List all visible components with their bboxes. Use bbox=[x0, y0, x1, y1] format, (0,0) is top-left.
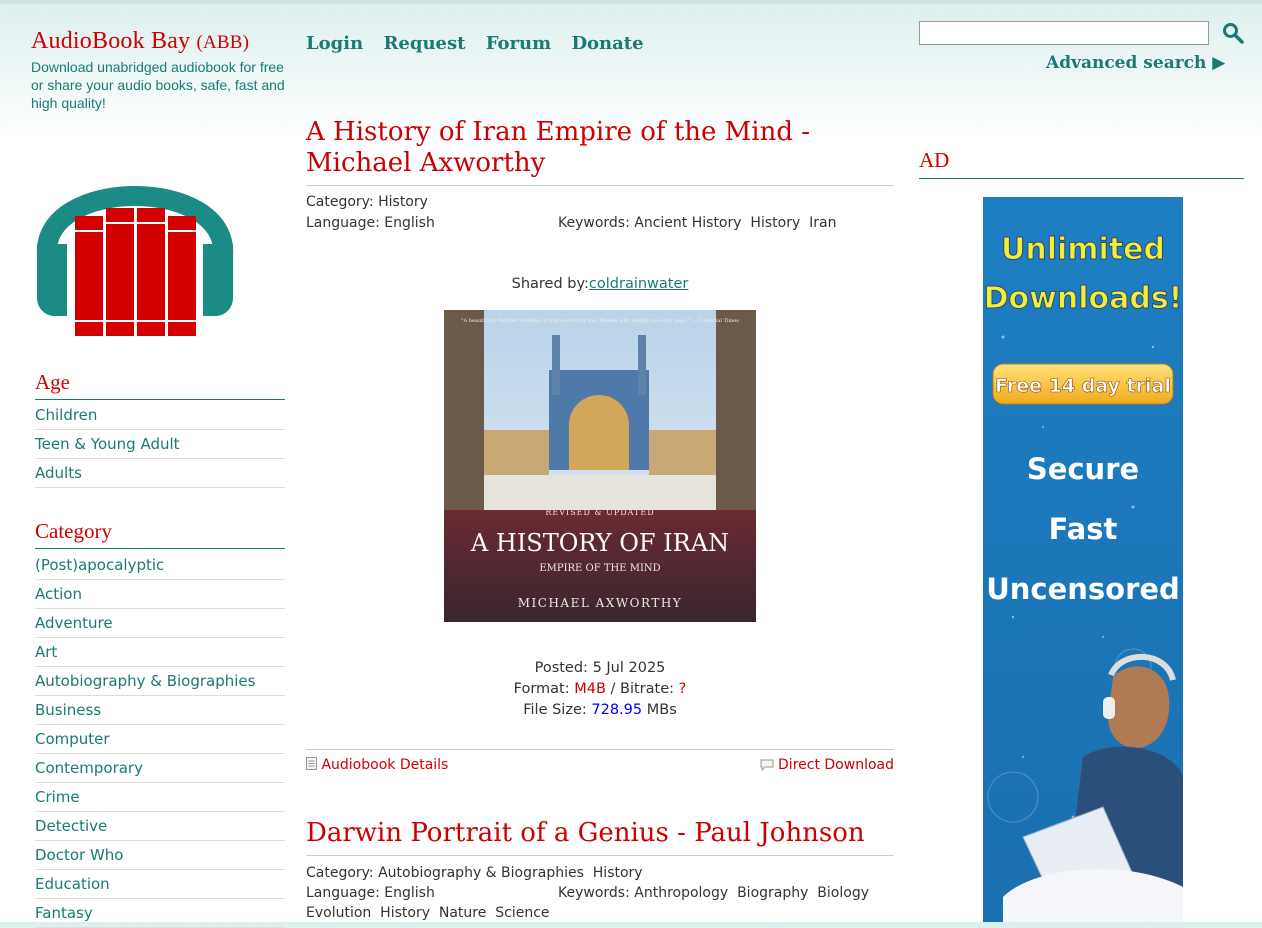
filesize-unit: MBs bbox=[646, 702, 677, 718]
category-value-2[interactable]: Autobiography & Biographies History bbox=[378, 865, 642, 881]
download-link-wrap[interactable]: Direct Download bbox=[760, 757, 894, 773]
ad-uncensored: Uncensored bbox=[986, 572, 1180, 606]
top-nav: Login Request Forum Donate bbox=[306, 33, 658, 54]
nav-login[interactable]: Login bbox=[306, 33, 363, 54]
headphones-books-logo[interactable] bbox=[35, 136, 235, 336]
posted-line: Posted: 5 Jul 2025 bbox=[306, 658, 894, 679]
format-value: M4B bbox=[574, 681, 606, 697]
site-tagline: Download unabridged audiobook for free o… bbox=[31, 59, 285, 111]
sidebar-item-adventure[interactable]: Adventure bbox=[35, 609, 285, 638]
sidebar-item-teen[interactable]: Teen & Young Adult bbox=[35, 430, 285, 459]
top-border bbox=[0, 0, 1262, 4]
keywords-label: Keywords: bbox=[558, 215, 630, 231]
filesize-value: 728.95 bbox=[591, 702, 643, 718]
keywords-value[interactable]: Ancient History History Iran bbox=[634, 215, 836, 231]
sidebar-item-fantasy[interactable]: Fantasy bbox=[35, 899, 285, 928]
post-category: Category: History bbox=[306, 192, 428, 212]
keywords-value-2[interactable]: Anthropology Biography Biology bbox=[634, 885, 869, 901]
post2-keywords: Keywords: Anthropology Biography Biology bbox=[558, 883, 869, 903]
sidebar-item-autobiography[interactable]: Autobiography & Biographies bbox=[35, 667, 285, 696]
category-value[interactable]: History bbox=[378, 194, 428, 210]
document-icon bbox=[306, 757, 317, 770]
uploader-link[interactable]: coldrainwater bbox=[589, 276, 688, 292]
site-title[interactable]: AudioBook Bay (ABB) bbox=[31, 28, 249, 55]
site-name[interactable]: AudioBook Bay bbox=[31, 28, 190, 54]
language-value-2: English bbox=[384, 885, 435, 901]
keywords-label-2: Keywords: bbox=[558, 885, 630, 901]
age-list: Children Teen & Young Adult Adults bbox=[35, 401, 285, 488]
ad-fast: Fast bbox=[1049, 512, 1118, 546]
sidebar-item-action[interactable]: Action bbox=[35, 580, 285, 609]
filesize-line: File Size: 728.95 MBs bbox=[306, 700, 894, 721]
sidebar-item-detective[interactable]: Detective bbox=[35, 812, 285, 841]
category-heading: Category bbox=[35, 519, 285, 549]
language-label-2: Language: bbox=[306, 885, 380, 901]
nav-request[interactable]: Request bbox=[383, 33, 465, 54]
details-link-wrap[interactable]: Audiobook Details bbox=[306, 757, 448, 773]
format-line: Format: M4B / Bitrate: ? bbox=[306, 679, 894, 700]
post-keywords: Keywords: Ancient History History Iran bbox=[558, 213, 836, 233]
post2-category: Category: Autobiography & Biographies Hi… bbox=[306, 863, 643, 883]
language-value: English bbox=[384, 215, 435, 231]
cover-author: MICHAEL AXWORTHY bbox=[518, 596, 682, 610]
sidebar-item-children[interactable]: Children bbox=[35, 401, 285, 430]
posted-label: Posted: bbox=[534, 660, 588, 676]
sidebar-item-computer[interactable]: Computer bbox=[35, 725, 285, 754]
nav-donate[interactable]: Donate bbox=[571, 33, 643, 54]
post-language: Language: English bbox=[306, 213, 435, 233]
ad-unlimited: Unlimited bbox=[1001, 232, 1165, 267]
site-abbr[interactable]: (ABB) bbox=[196, 32, 249, 53]
sidebar-item-doctor-who[interactable]: Doctor Who bbox=[35, 841, 285, 870]
ad-heading: AD bbox=[919, 148, 1244, 179]
ad-downloads: Downloads! bbox=[984, 281, 1183, 316]
comment-icon bbox=[760, 759, 774, 772]
post2-keywords-cont[interactable]: Evolution History Nature Science bbox=[306, 903, 550, 923]
post2-language: Language: English bbox=[306, 883, 435, 903]
ad-trial-text: Free 14 day trial bbox=[995, 375, 1171, 397]
sidebar-item-contemporary[interactable]: Contemporary bbox=[35, 754, 285, 783]
sidebar-item-business[interactable]: Business bbox=[35, 696, 285, 725]
cover-book-title: A HISTORY OF IRAN bbox=[470, 529, 729, 557]
language-label: Language: bbox=[306, 215, 380, 231]
shared-by: Shared by:coldrainwater bbox=[306, 274, 894, 295]
bitrate-value: ? bbox=[678, 681, 687, 697]
advertisement-banner[interactable]: Unlimited Downloads! Free 14 day trial S… bbox=[983, 197, 1183, 922]
search-input[interactable] bbox=[919, 21, 1209, 45]
sidebar-item-art[interactable]: Art bbox=[35, 638, 285, 667]
audiobook-details-link[interactable]: Audiobook Details bbox=[321, 757, 448, 773]
cover-edition: REVISED & UPDATED bbox=[545, 508, 654, 517]
advanced-search-link[interactable]: Advanced search ▶ bbox=[1046, 53, 1225, 73]
post-info: Posted: 5 Jul 2025 Format: M4B / Bitrate… bbox=[306, 658, 894, 721]
posted-date: 5 Jul 2025 bbox=[592, 660, 666, 676]
filesize-label: File Size: bbox=[523, 702, 587, 718]
format-label: Format: bbox=[513, 681, 570, 697]
age-heading: Age bbox=[35, 370, 285, 400]
ad-secure: Secure bbox=[1027, 452, 1139, 486]
cover-quote: "A beautifully distilled retelling of Ir… bbox=[461, 318, 739, 324]
sidebar-item-education[interactable]: Education bbox=[35, 870, 285, 899]
post-title[interactable]: A History of Iran Empire of the Mind - M… bbox=[306, 117, 894, 186]
category-list: (Post)apocalyptic Action Adventure Art A… bbox=[35, 551, 285, 928]
direct-download-link[interactable]: Direct Download bbox=[778, 757, 894, 773]
sidebar-item-crime[interactable]: Crime bbox=[35, 783, 285, 812]
bitrate-label: / Bitrate: bbox=[610, 681, 675, 697]
category-label-2: Category: bbox=[306, 865, 374, 881]
sidebar-item-postapocalyptic[interactable]: (Post)apocalyptic bbox=[35, 551, 285, 580]
category-label: Category: bbox=[306, 194, 374, 210]
search-icon[interactable] bbox=[1222, 22, 1244, 44]
nav-forum[interactable]: Forum bbox=[486, 33, 551, 54]
shared-by-label: Shared by: bbox=[511, 276, 589, 292]
post-footer: Audiobook Details Direct Download bbox=[306, 749, 894, 780]
post-title-2[interactable]: Darwin Portrait of a Genius - Paul Johns… bbox=[306, 818, 894, 856]
cover-subtitle: EMPIRE OF THE MIND bbox=[539, 563, 660, 574]
sidebar-item-adults[interactable]: Adults bbox=[35, 459, 285, 488]
book-cover-image[interactable]: "A beautifully distilled retelling of Ir… bbox=[444, 310, 756, 622]
